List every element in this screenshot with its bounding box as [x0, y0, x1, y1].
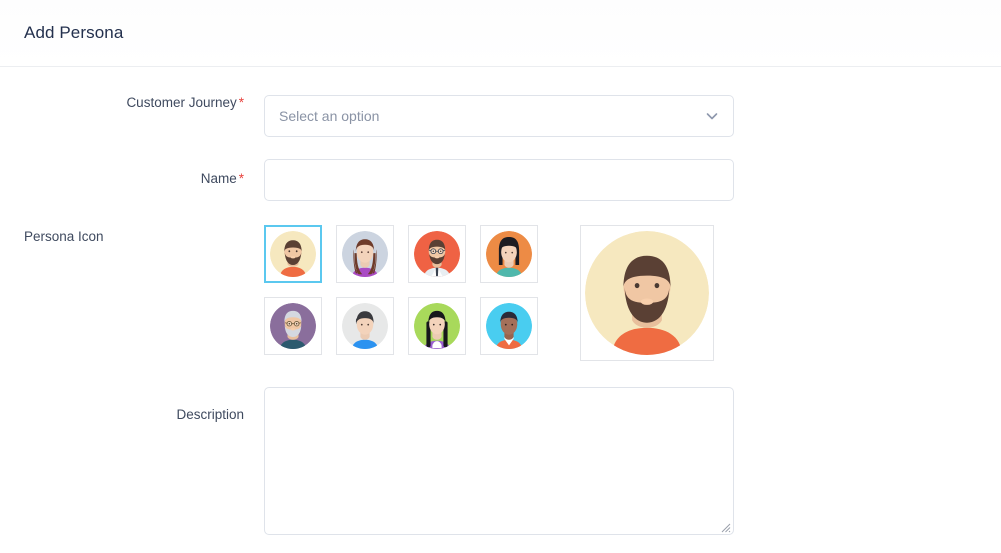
persona-icon-option-5[interactable]	[264, 297, 322, 355]
name-label: Name *	[0, 159, 252, 186]
page-header: Add Persona	[0, 0, 1001, 67]
description-textarea[interactable]	[264, 387, 734, 535]
form-row-customer-journey: Customer Journey * Select an option	[0, 95, 1001, 137]
description-label-text: Description	[176, 407, 244, 422]
form-row-persona-icon: Persona Icon	[0, 225, 1001, 361]
customer-journey-label: Customer Journey *	[0, 95, 252, 110]
add-persona-form: Customer Journey * Select an option Name *…	[0, 67, 1001, 535]
grey-beard-man-purple-avatar	[270, 303, 316, 349]
customer-journey-label-text: Customer Journey	[126, 95, 237, 110]
persona-icon-option-4[interactable]	[480, 225, 538, 283]
persona-icon-option-8[interactable]	[480, 297, 538, 355]
name-input[interactable]	[264, 159, 734, 201]
persona-icon-label: Persona Icon	[0, 225, 252, 244]
bob-hair-woman-orange-avatar	[486, 231, 532, 277]
persona-icon-picker	[264, 225, 1001, 361]
short-hair-man-grey-avatar	[342, 303, 388, 349]
persona-icon-label-text: Persona Icon	[24, 229, 104, 244]
required-asterisk: *	[238, 171, 244, 186]
form-row-name: Name *	[0, 159, 1001, 201]
persona-icon-option-2[interactable]	[336, 225, 394, 283]
persona-icon-option-1[interactable]	[264, 225, 322, 283]
form-row-description: Description	[0, 387, 1001, 535]
name-label-text: Name	[200, 171, 237, 186]
persona-preview-panel	[580, 225, 714, 361]
bearded-man-cream-avatar	[270, 231, 316, 277]
persona-icon-option-3[interactable]	[408, 225, 466, 283]
long-hair-woman-grey-avatar	[342, 231, 388, 277]
persona-icon-option-6[interactable]	[336, 297, 394, 355]
dark-skin-man-cyan-avatar	[486, 303, 532, 349]
persona-icon-grid	[264, 225, 538, 355]
page-title: Add Persona	[24, 23, 124, 42]
required-asterisk: *	[238, 95, 244, 110]
persona-icon-field	[252, 225, 1001, 361]
glasses-beard-man-red-avatar	[414, 231, 460, 277]
customer-journey-selected-value: Select an option	[279, 108, 380, 124]
persona-preview-avatar	[585, 231, 709, 355]
persona-icon-option-7[interactable]	[408, 297, 466, 355]
description-field	[252, 387, 1001, 535]
name-field	[252, 159, 1001, 201]
customer-journey-field: Select an option	[252, 95, 1001, 137]
long-black-hair-woman-green-avatar	[414, 303, 460, 349]
customer-journey-select[interactable]: Select an option	[264, 95, 734, 137]
chevron-down-icon	[705, 109, 719, 123]
description-label: Description	[0, 387, 252, 422]
description-wrapper	[264, 387, 734, 535]
